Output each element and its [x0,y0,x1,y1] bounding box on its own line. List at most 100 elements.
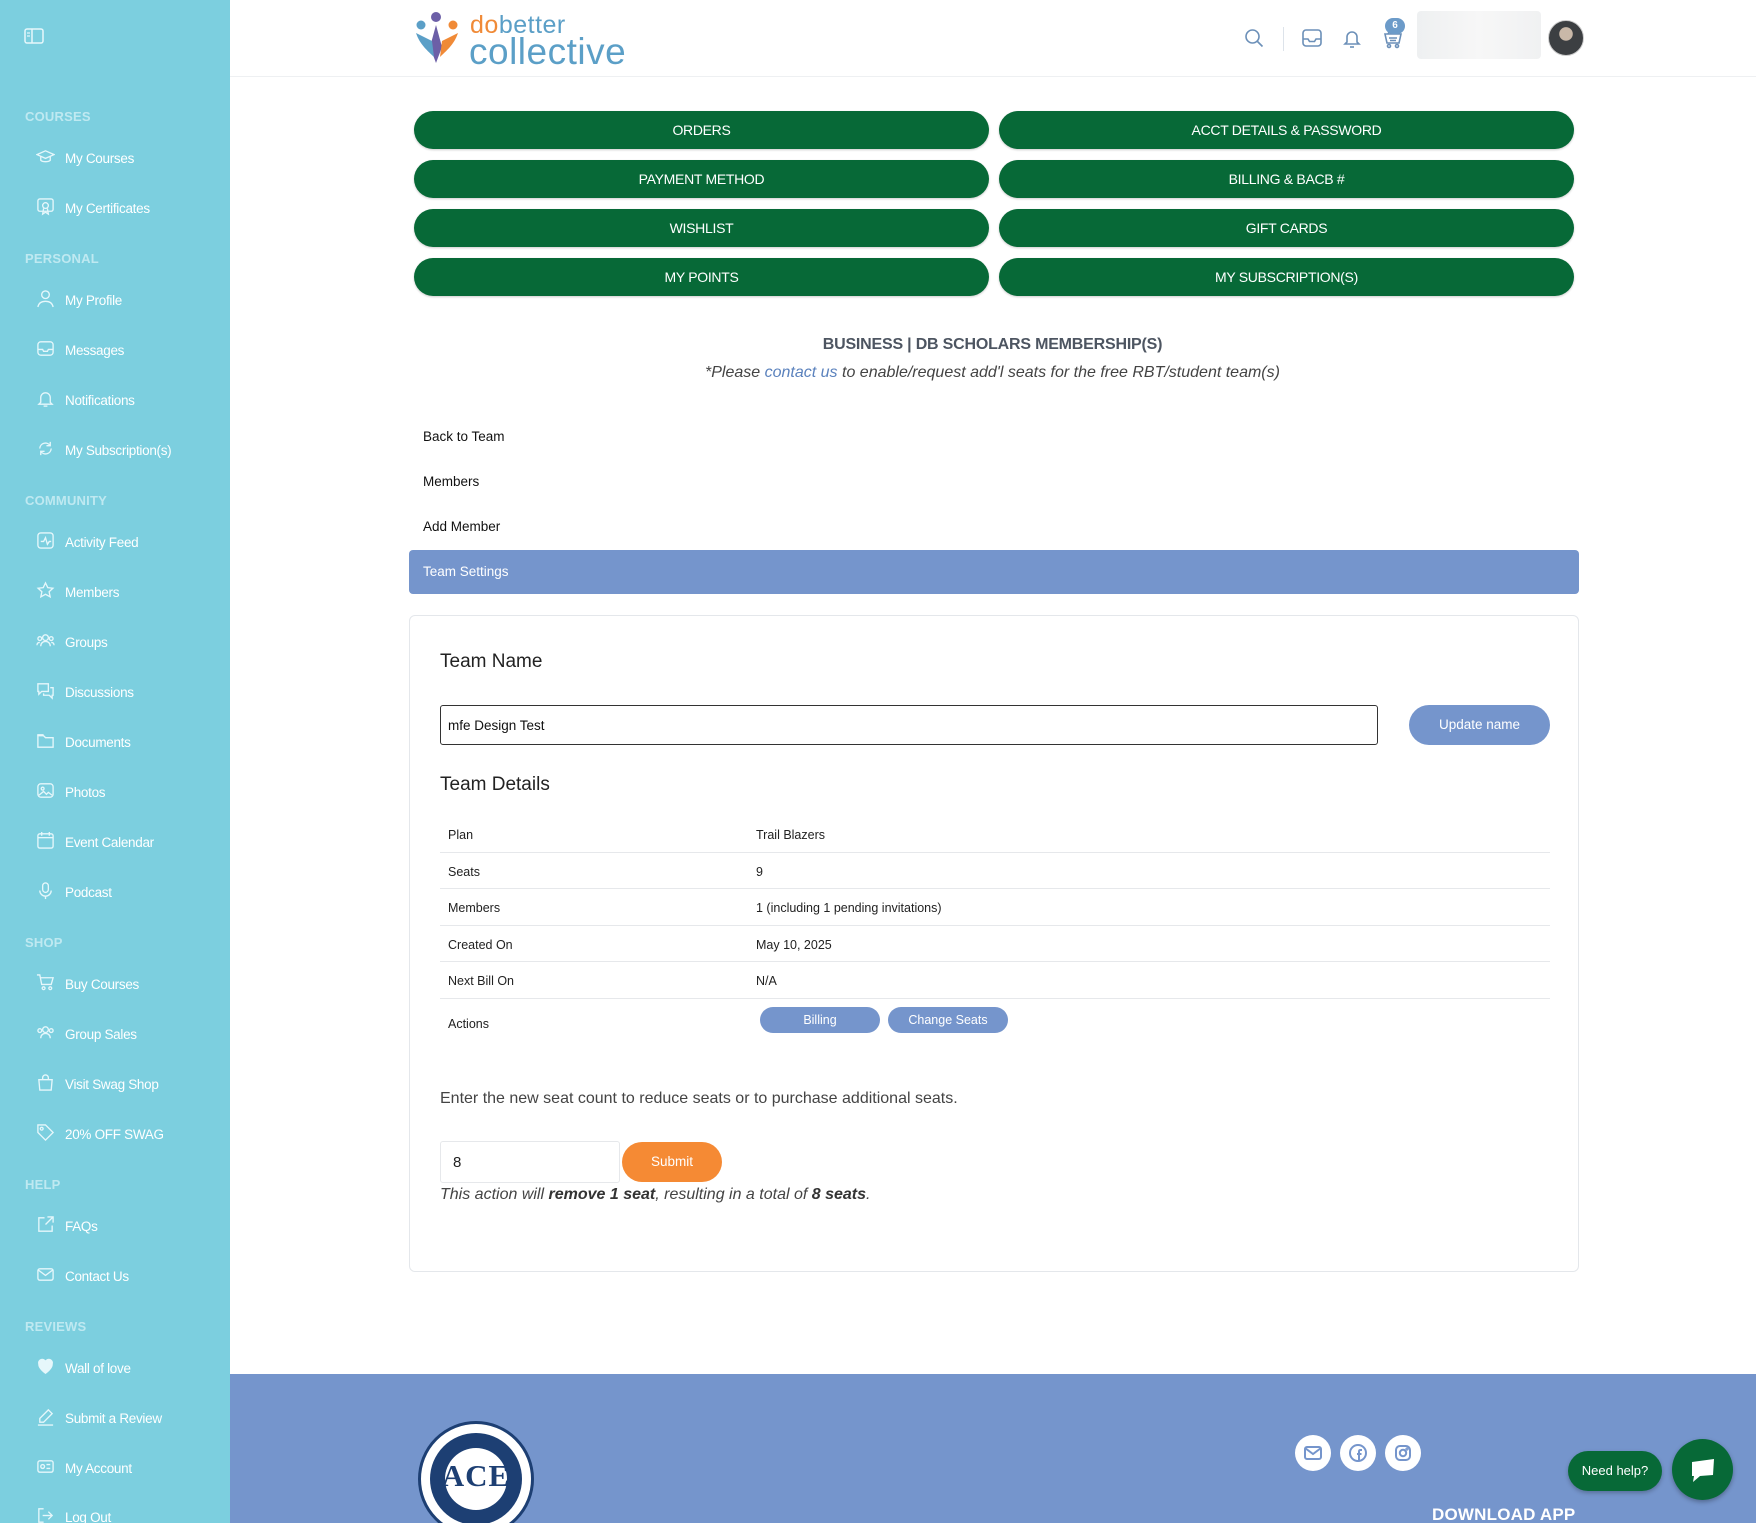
sidebar-item-notifications[interactable]: Notifications [36,385,135,415]
bell-icon [36,389,55,411]
user-icon [36,289,55,311]
seat-count-input[interactable] [440,1141,620,1183]
sidebar-item-label: Documents [65,734,131,750]
heart-icon [36,1357,55,1379]
logo-mark-icon [412,11,462,66]
sidebar-item-buy-courses[interactable]: Buy Courses [36,969,139,999]
sidebar-item-visit-swag-shop[interactable]: Visit Swag Shop [36,1069,159,1099]
my-subscriptions-button[interactable]: MY SUBSCRIPTION(S) [999,258,1574,296]
sidebar-item-discussions[interactable]: Discussions [36,677,134,707]
table-row: Seats 9 [440,853,1550,889]
refresh-icon [36,439,55,461]
detail-value: N/A [756,974,777,988]
result-middle: , resulting in a total of [655,1186,812,1203]
gift-cards-button[interactable]: GIFT CARDS [999,209,1574,247]
team-name-input[interactable] [440,705,1378,745]
my-points-button[interactable]: MY POINTS [414,258,989,296]
bell-icon[interactable] [1341,27,1363,49]
sidebar-item-podcast[interactable]: Podcast [36,877,112,907]
detail-value: May 10, 2025 [756,937,832,952]
sidebar-item-swag-discount[interactable]: 20% OFF SWAG [36,1119,164,1149]
sidebar-item-label: My Courses [65,150,135,166]
sidebar-item-label: Visit Swag Shop [65,1076,159,1092]
result-action: remove 1 seat [548,1186,656,1203]
sidebar-section-courses: COURSES [25,109,91,124]
team-settings-tab[interactable]: Team Settings [409,550,1579,594]
instagram-icon[interactable] [1385,1435,1421,1471]
sidebar-item-groups[interactable]: Groups [36,627,108,657]
sidebar-item-label: Contact Us [65,1268,129,1284]
sidebar-item-label: 20% OFF SWAG [65,1126,164,1142]
dobetter-logo[interactable]: dobetter collective [412,8,652,72]
back-to-team-link[interactable]: Back to Team [423,429,505,444]
sidebar-item-group-sales[interactable]: Group Sales [36,1019,137,1049]
sidebar-item-event-calendar[interactable]: Event Calendar [36,827,154,857]
sidebar-item-contact-us[interactable]: Contact Us [36,1261,129,1291]
sidebar-item-members[interactable]: Members [36,577,119,607]
change-seats-button[interactable]: Change Seats [888,1006,1008,1033]
detail-label: Plan [448,828,474,842]
sidebar-item-label: Submit a Review [65,1410,162,1426]
membership-note: *Please contact us to enable/request add… [410,364,1575,382]
cart-count-badge: 6 [1385,18,1405,34]
submit-button[interactable]: Submit [622,1142,722,1182]
header-divider [1283,27,1284,51]
note-text-before: *Please [705,364,765,381]
group-icon [36,1023,55,1045]
sidebar-item-label: My Certificates [65,200,150,216]
contact-us-link[interactable]: contact us [765,364,838,381]
star-icon [36,581,55,603]
update-name-button[interactable]: Update name [1409,705,1550,745]
seat-change-summary: This action will remove 1 seat, resultin… [440,1186,870,1204]
sidebar-item-log-out[interactable]: Log Out [36,1502,111,1523]
sidebar-item-messages[interactable]: Messages [36,335,124,365]
sidebar-item-label: Log Out [65,1509,111,1523]
wishlist-button[interactable]: WISHLIST [414,209,989,247]
detail-value: Trail Blazers [756,828,825,842]
sidebar-item-my-profile[interactable]: My Profile [36,285,122,315]
chat-launcher-button[interactable] [1672,1439,1733,1500]
sidebar-item-photos[interactable]: Photos [36,777,106,807]
inbox-icon [36,339,55,361]
sidebar-item-wall-of-love[interactable]: Wall of love [36,1353,131,1383]
email-social-icon[interactable] [1295,1435,1331,1471]
acct-details-password-button[interactable]: ACCT DETAILS & PASSWORD [999,111,1574,149]
add-member-tab[interactable]: Add Member [423,519,500,534]
sidebar-section-reviews: REVIEWS [25,1319,87,1334]
username-redacted[interactable] [1417,11,1541,59]
user-avatar[interactable] [1548,20,1584,56]
sidebar-item-my-account[interactable]: My Account [36,1453,132,1483]
microphone-icon [36,881,55,903]
payment-method-button[interactable]: PAYMENT METHOD [414,160,989,198]
table-row: Actions Billing Change Seats [440,999,1550,1047]
team-settings-card: Team Name Update name Team Details Plan … [409,615,1579,1272]
sidebar-item-my-subscriptions[interactable]: My Subscription(s) [36,435,172,465]
bag-icon [36,1073,55,1095]
sidebar-item-label: Group Sales [65,1026,137,1042]
result-prefix: This action will [440,1186,549,1203]
search-icon[interactable] [1243,27,1265,49]
sidebar-item-label: My Profile [65,292,123,308]
team-details-table: Plan Trail Blazers Seats 9 Members 1 (in… [440,816,1550,1047]
sidebar-item-documents[interactable]: Documents [36,727,131,757]
note-text-after: to enable/request add'l seats for the fr… [837,364,1280,381]
folder-icon [36,731,55,753]
members-tab[interactable]: Members [423,474,479,489]
sidebar-item-my-certificates[interactable]: My Certificates [36,193,150,223]
need-help-button[interactable]: Need help? [1568,1451,1662,1491]
sidebar-item-my-courses[interactable]: My Courses [35,143,135,173]
sidebar-item-label: Wall of love [65,1360,131,1376]
facebook-icon[interactable] [1340,1435,1376,1471]
billing-button[interactable]: Billing [760,1006,880,1033]
billing-bacb-button[interactable]: BILLING & BACB # [999,160,1574,198]
sidebar-item-submit-review[interactable]: Submit a Review [36,1403,162,1433]
seat-instructions: Enter the new seat count to reduce seats… [440,1090,958,1107]
sidebar-item-label: Messages [65,342,125,358]
orders-button[interactable]: ORDERS [414,111,989,149]
sidebar-toggle-icon[interactable] [24,28,44,44]
inbox-icon[interactable] [1301,27,1323,49]
sidebar-item-faqs[interactable]: FAQs [36,1211,98,1241]
ace-badge-logo: ACE [418,1421,534,1523]
detail-value: 1 (including 1 pending invitations) [756,901,942,915]
sidebar-item-activity-feed[interactable]: Activity Feed [36,527,139,557]
